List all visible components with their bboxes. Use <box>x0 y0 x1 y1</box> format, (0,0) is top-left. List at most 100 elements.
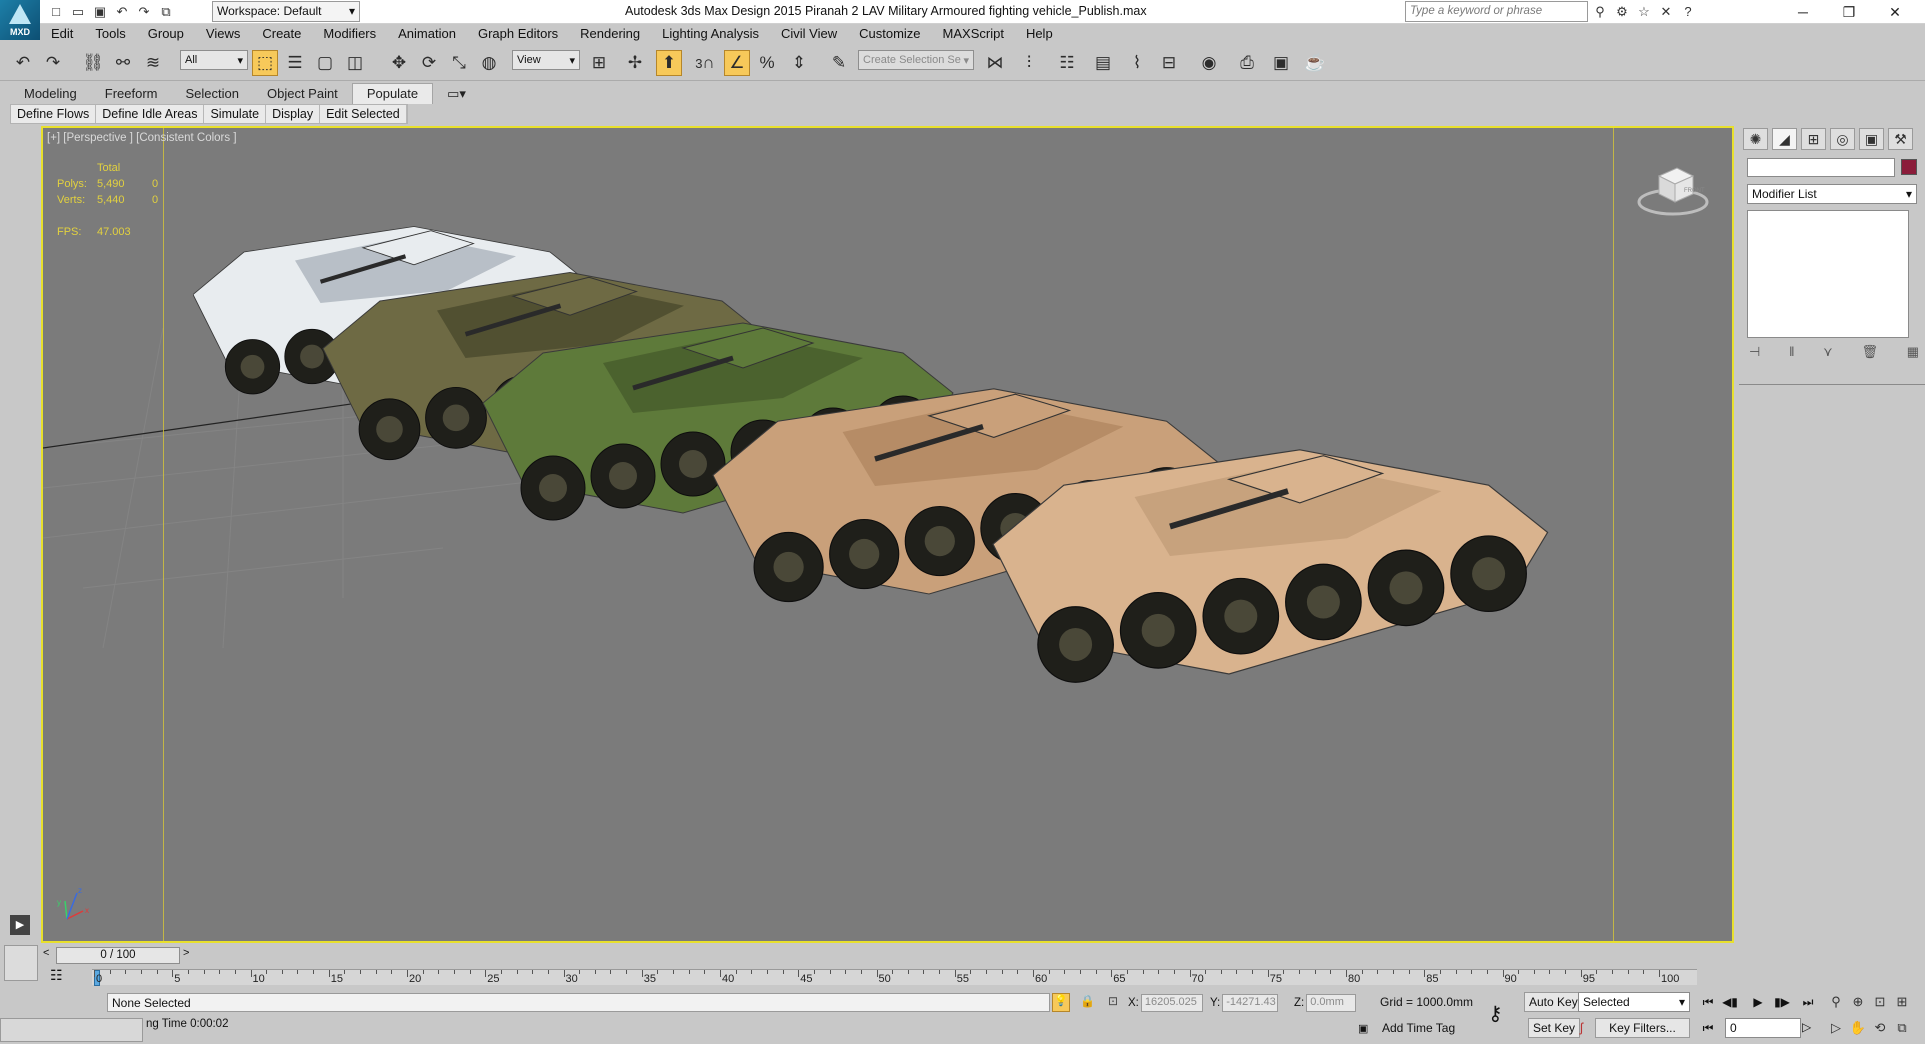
define-flows-button[interactable]: Define Flows <box>11 105 97 123</box>
tab-selection[interactable]: Selection <box>172 84 253 104</box>
workspace-dropdown[interactable]: Workspace: Default ▾ <box>212 1 360 22</box>
menu-help[interactable]: Help <box>1015 24 1064 44</box>
vehicle-models[interactable] <box>193 218 1613 938</box>
zoom-extents-all-icon[interactable]: ⊞ <box>1892 992 1912 1012</box>
help-icon[interactable]: ? <box>1680 4 1696 20</box>
viewport-label[interactable]: [+] [Perspective ] [Consistent Colors ] <box>47 132 237 144</box>
tab-populate[interactable]: Populate <box>351 83 434 104</box>
material-editor-icon[interactable]: ◉ <box>1196 50 1222 76</box>
save-icon[interactable]: ▣ <box>92 4 108 20</box>
zoom-extents-icon[interactable]: ⊡ <box>1870 992 1890 1012</box>
toggle-ribbon-icon[interactable]: ▤ <box>1090 50 1116 76</box>
unlink-icon[interactable]: ⚯ <box>110 50 136 76</box>
go-to-start-icon[interactable]: ⏮ <box>1698 992 1718 1012</box>
key-mode-toggle-icon[interactable]: ⏮ <box>1698 1018 1718 1038</box>
curve-editor-icon[interactable]: ⌇ <box>1124 50 1150 76</box>
pan-icon[interactable]: ✋ <box>1848 1018 1868 1038</box>
remove-modifier-icon[interactable]: 🗑 <box>1861 344 1878 360</box>
rendered-frame-window-icon[interactable]: ▣ <box>1268 50 1294 76</box>
pin-stack-icon[interactable]: ⊣ <box>1749 344 1760 360</box>
time-config-icon[interactable]: ▷ <box>1802 1020 1811 1034</box>
object-name-field[interactable] <box>1747 158 1895 177</box>
app-logo[interactable]: MXD <box>0 0 40 40</box>
object-color-swatch[interactable] <box>1901 159 1917 175</box>
utilities-tab-icon[interactable]: ⚒ <box>1888 128 1913 150</box>
project-folder-icon[interactable]: ⧉ <box>158 4 174 20</box>
edit-named-selections-icon[interactable]: ✎ <box>826 50 852 76</box>
key-filters-button[interactable]: Key Filters... <box>1595 1018 1690 1038</box>
menu-animation[interactable]: Animation <box>387 24 467 44</box>
redo-icon[interactable]: ↷ <box>40 50 66 76</box>
create-tab-icon[interactable]: ✺ <box>1743 128 1768 150</box>
minimize-button[interactable]: ─ <box>1780 0 1826 24</box>
motion-tab-icon[interactable]: ◎ <box>1830 128 1855 150</box>
prev-key-icon[interactable]: ◀▮ <box>1720 992 1740 1012</box>
menu-maxscript[interactable]: MAXScript <box>932 24 1015 44</box>
configure-sets-icon[interactable]: ▦ <box>1907 344 1919 360</box>
simulate-button[interactable]: Simulate <box>204 105 267 123</box>
binoculars-icon[interactable]: ⚲ <box>1592 4 1608 20</box>
track-bar-toggle-icon[interactable]: ☷ <box>50 967 63 984</box>
new-file-icon[interactable]: □ <box>48 4 64 20</box>
prev-frame-arrow-icon[interactable]: < <box>43 947 49 959</box>
exchange-icon[interactable]: ✕ <box>1658 4 1674 20</box>
zoom-all-icon[interactable]: ⊕ <box>1848 992 1868 1012</box>
y-field[interactable]: -14271.43 <box>1222 993 1279 1012</box>
key-filter-curve-icon[interactable]: ʃ <box>1580 1020 1583 1035</box>
modifier-stack[interactable] <box>1747 210 1909 338</box>
current-frame-field[interactable]: 0 <box>1725 1018 1801 1038</box>
absolute-mode-icon[interactable]: ⊡ <box>1108 994 1118 1008</box>
scale-icon[interactable]: ⤡ <box>446 50 472 76</box>
play-icon[interactable]: ▶ <box>1748 992 1768 1012</box>
undo-icon[interactable]: ↶ <box>10 50 36 76</box>
modify-tab-icon[interactable]: ◢ <box>1772 128 1797 150</box>
spinner-snap-icon[interactable]: ⇕ <box>786 50 812 76</box>
link-icon[interactable]: ⛓ <box>80 50 106 76</box>
menu-group[interactable]: Group <box>137 24 195 44</box>
track-bar[interactable]: 0 5 10 15 20 25 30 35 40 45 50 55 60 65 70 75 80 85 90 95 10… <box>92 969 1697 986</box>
menu-rendering[interactable]: Rendering <box>569 24 651 44</box>
keyboard-shortcut-override-icon[interactable]: ⬆ <box>656 50 682 76</box>
selection-lock-icon[interactable]: 🔒 <box>1080 994 1095 1008</box>
ref-coord-dropdown[interactable]: View ▾ <box>512 50 580 70</box>
next-key-icon[interactable]: ▮▶ <box>1772 992 1792 1012</box>
select-object-icon[interactable]: ⬚ <box>252 50 278 76</box>
favorites-icon[interactable]: ☆ <box>1636 4 1652 20</box>
open-file-icon[interactable]: ▭ <box>70 4 86 20</box>
viewcube[interactable]: FRONT <box>1637 158 1709 218</box>
pivot-center-icon[interactable]: ⊞ <box>586 50 612 76</box>
tab-modeling[interactable]: Modeling <box>10 84 91 104</box>
tab-freeform[interactable]: Freeform <box>91 84 172 104</box>
x-field[interactable]: 16205.025 <box>1140 993 1203 1012</box>
field-of-view-icon[interactable]: ▷ <box>1826 1018 1846 1038</box>
undo-icon[interactable]: ↶ <box>114 4 130 20</box>
hierarchy-tab-icon[interactable]: ⊞ <box>1801 128 1826 150</box>
close-window-button[interactable]: ✕ <box>1872 0 1918 24</box>
move-icon[interactable]: ✥ <box>386 50 412 76</box>
perspective-viewport[interactable]: [+] [Perspective ] [Consistent Colors ] … <box>41 126 1734 943</box>
ribbon-options-icon[interactable]: ▭▾ <box>433 84 480 104</box>
menu-civil-view[interactable]: Civil View <box>770 24 848 44</box>
select-by-name-icon[interactable]: ☰ <box>282 50 308 76</box>
redo-icon[interactable]: ↷ <box>136 4 152 20</box>
display-button[interactable]: Display <box>266 105 321 123</box>
orbit-icon[interactable]: ⟲ <box>1870 1018 1890 1038</box>
tab-object-paint[interactable]: Object Paint <box>253 84 352 104</box>
menu-customize[interactable]: Customize <box>848 24 931 44</box>
selection-filter-dropdown[interactable]: All ▾ <box>180 50 248 70</box>
maximize-viewport-icon[interactable]: ⧉ <box>1892 1018 1912 1038</box>
go-to-end-icon[interactable]: ⏭ <box>1798 992 1818 1012</box>
maxscript-listener[interactable] <box>0 1018 143 1042</box>
modifier-list-dropdown[interactable]: Modifier List ▾ <box>1747 184 1917 204</box>
placement-icon[interactable]: ◍ <box>476 50 502 76</box>
menu-tools[interactable]: Tools <box>84 24 136 44</box>
select-manipulate-icon[interactable]: ✢ <box>622 50 648 76</box>
menu-lighting-analysis[interactable]: Lighting Analysis <box>651 24 770 44</box>
auto-key-button[interactable]: Auto Key <box>1524 992 1583 1012</box>
layer-explorer-icon[interactable]: ☷ <box>1054 50 1080 76</box>
window-crossing-icon[interactable]: ◫ <box>342 50 368 76</box>
render-setup-icon[interactable]: ⎙ <box>1234 50 1260 76</box>
named-selection-dropdown[interactable]: Create Selection Se ▾ <box>858 50 974 70</box>
search-input[interactable]: Type a keyword or phrase <box>1405 1 1588 22</box>
mini-listener-box[interactable] <box>4 945 38 981</box>
